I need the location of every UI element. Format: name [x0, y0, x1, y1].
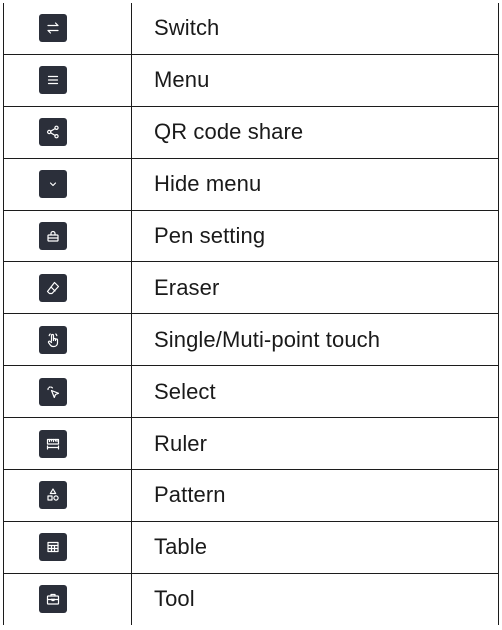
pen-icon — [38, 222, 67, 250]
table-row: Tool — [3, 572, 499, 625]
icon-legend-table: Switch Menu QR code share Hide menu Pen … — [3, 3, 499, 625]
row-label: Single/Muti-point touch — [131, 313, 499, 367]
row-label: Hide menu — [131, 157, 499, 211]
select-icon — [38, 377, 67, 406]
eraser-icon — [38, 273, 67, 302]
menu-icon — [38, 66, 67, 95]
row-label: Menu — [131, 53, 499, 107]
share-icon — [38, 118, 67, 147]
row-label: Eraser — [131, 261, 499, 315]
row-label: Ruler — [131, 417, 499, 471]
switch-icon — [38, 14, 67, 43]
shapes-icon — [38, 481, 67, 510]
chevron-down-icon — [38, 170, 67, 199]
table-row: Eraser — [3, 261, 499, 315]
row-label: QR code share — [131, 105, 499, 159]
row-label: Table — [131, 520, 499, 574]
toolbox-icon — [38, 585, 67, 614]
table-row: Pattern — [3, 469, 499, 522]
table-row: Select — [3, 365, 499, 419]
table-row: Pen setting — [3, 209, 499, 263]
ruler-icon — [38, 429, 67, 458]
table-row: QR code share — [3, 105, 499, 159]
table-row: Ruler — [3, 417, 499, 471]
table-icon — [38, 533, 67, 562]
row-label: Pattern — [131, 469, 499, 522]
table-row: Menu — [3, 53, 499, 107]
row-label: Select — [131, 365, 499, 419]
table-row: Hide menu — [3, 157, 499, 211]
touch-icon — [38, 325, 67, 354]
row-label: Pen setting — [131, 209, 499, 263]
table-row: Switch — [3, 3, 499, 55]
row-label: Switch — [131, 3, 499, 55]
table-row: Single/Muti-point touch — [3, 313, 499, 367]
row-label: Tool — [131, 572, 499, 625]
table-row: Table — [3, 520, 499, 574]
